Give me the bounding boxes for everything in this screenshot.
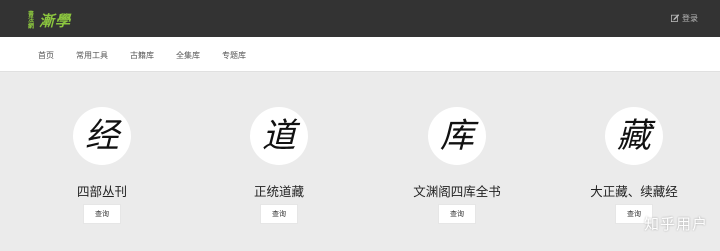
watermark: 知乎用户 xyxy=(643,215,708,233)
nav-item-home[interactable]: 首页 xyxy=(38,50,54,61)
card-emblem: 道 xyxy=(250,107,308,165)
query-button[interactable]: 查询 xyxy=(438,204,476,224)
calligraphy-glyph: 经 xyxy=(85,116,119,156)
main-nav: 首页 常用工具 古籍库 全集库 专题库 xyxy=(0,37,720,72)
library-grid: 经 四部丛刊 查询 道 正统道藏 查询 库 文渊阁四库全书 查询 藏 大正藏、续… xyxy=(0,73,720,251)
login-link[interactable]: 登录 xyxy=(671,13,698,24)
card-title: 四部丛刊 xyxy=(76,184,127,199)
nav-item-tools[interactable]: 常用工具 xyxy=(76,50,108,61)
edit-icon xyxy=(671,13,680,24)
card-title: 大正藏、续藏经 xyxy=(590,184,678,199)
calligraphy-glyph: 道 xyxy=(262,116,296,156)
query-button[interactable]: 查询 xyxy=(83,204,121,224)
calligraphy-glyph: 库 xyxy=(440,116,474,156)
card-title: 文渊阁四库全书 xyxy=(413,184,501,199)
library-card-daozang[interactable]: 道 正统道藏 查询 xyxy=(199,73,359,251)
card-emblem: 库 xyxy=(428,107,486,165)
site-logo[interactable]: 書法網 漸學 xyxy=(28,10,72,31)
top-bar: 書法網 漸學 登录 xyxy=(0,0,720,37)
library-card-siku[interactable]: 库 文渊阁四库全书 查询 xyxy=(377,73,537,251)
login-label: 登录 xyxy=(682,14,698,23)
calligraphy-glyph: 藏 xyxy=(617,116,651,156)
nav-item-topics[interactable]: 专题库 xyxy=(222,50,246,61)
query-button[interactable]: 查询 xyxy=(260,204,298,224)
logo-main-text: 漸學 xyxy=(39,12,72,30)
logo-small-text: 書法網 xyxy=(28,11,35,30)
card-emblem: 经 xyxy=(73,107,131,165)
library-card-sibu[interactable]: 经 四部丛刊 查询 xyxy=(22,73,182,251)
nav-item-ancient-books[interactable]: 古籍库 xyxy=(130,50,154,61)
nav-item-collections[interactable]: 全集库 xyxy=(176,50,200,61)
card-emblem: 藏 xyxy=(605,107,663,165)
card-title: 正统道藏 xyxy=(253,184,304,199)
